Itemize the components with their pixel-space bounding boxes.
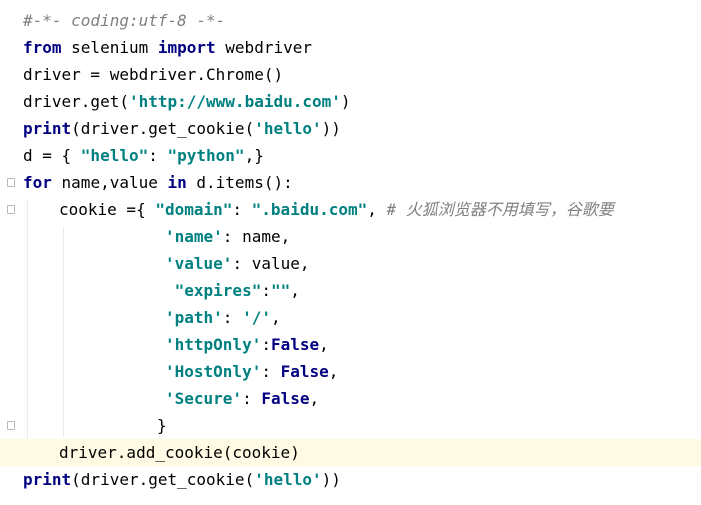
code-token: cookie ={ (59, 200, 156, 219)
code-line[interactable]: #-*- coding:utf-8 -*- (0, 7, 701, 34)
code-token: : (261, 281, 271, 300)
code-text: from selenium import webdriver (23, 34, 312, 61)
code-token: : name, (222, 227, 291, 246)
code-token: 'value' (165, 254, 233, 273)
code-token: 'http://www.baidu.com' (128, 92, 341, 111)
code-token: , (270, 308, 281, 327)
code-token: 'name' (165, 227, 223, 246)
code-text: 'name': name, (165, 223, 290, 250)
code-token: "expires" (165, 281, 262, 300)
code-text: driver.get('http://www.baidu.com') (23, 88, 351, 115)
code-line[interactable]: 'Secure': False, (0, 385, 701, 412)
code-token: #-*- coding:utf-8 -*- (23, 11, 226, 30)
code-token: , (367, 200, 387, 219)
code-text: 'value': value, (165, 250, 310, 277)
code-line[interactable]: 'httpOnly':False, (0, 331, 701, 358)
code-token: (driver.get_cookie( (71, 470, 255, 489)
code-token: : value, (232, 254, 310, 273)
code-text: driver.add_cookie(cookie) (59, 439, 300, 466)
code-token: : (148, 146, 168, 165)
code-token: "domain" (155, 200, 233, 219)
code-token: 'Secure' (165, 389, 243, 408)
code-token: ) (340, 92, 351, 111)
code-token: from (23, 38, 62, 57)
code-token: 'path' (165, 308, 223, 327)
code-token: False (280, 362, 329, 381)
code-token: 'HostOnly' (165, 362, 262, 381)
code-token: , (309, 389, 320, 408)
code-text: 'Secure': False, (165, 385, 319, 412)
code-token: # 火狐浏览器不用填写，谷歌要 (386, 200, 614, 219)
code-text: "expires":"", (165, 277, 300, 304)
code-editor[interactable]: #-*- coding:utf-8 -*- from selenium impor… (0, 0, 701, 505)
code-token: , (290, 281, 300, 300)
code-text: for name,value in d.items(): (23, 169, 293, 196)
code-line[interactable]: for name,value in d.items(): (0, 169, 701, 196)
code-line[interactable]: 'value': value, (0, 250, 701, 277)
code-text: 'HostOnly': False, (165, 358, 338, 385)
code-line[interactable]: driver.add_cookie(cookie) (0, 439, 701, 466)
code-token: : (222, 308, 243, 327)
code-line[interactable]: 'name': name, (0, 223, 701, 250)
code-token: print (23, 119, 72, 138)
code-token: ".baidu.com" (251, 200, 368, 219)
code-token: print (23, 470, 72, 489)
code-text: driver = webdriver.Chrome() (23, 61, 283, 88)
code-token: : (242, 389, 262, 408)
code-text: print(driver.get_cookie('hello')) (23, 115, 341, 142)
code-text: d = { "hello": "python",} (23, 142, 264, 169)
code-token: False (270, 335, 320, 354)
code-text: cookie ={ "domain": ".baidu.com", # 火狐浏览… (59, 196, 614, 223)
code-line[interactable]: "expires":"", (0, 277, 701, 304)
code-line[interactable]: print(driver.get_cookie('hello')) (0, 466, 701, 493)
code-token: 'httpOnly' (165, 335, 262, 354)
code-token: , (319, 335, 329, 354)
code-line[interactable]: cookie ={ "domain": ".baidu.com", # 火狐浏览… (0, 196, 701, 223)
code-token: } (157, 416, 167, 435)
code-line[interactable]: driver.get('http://www.baidu.com') (0, 88, 701, 115)
code-token: name,value (51, 173, 168, 192)
code-line[interactable]: 'path': '/', (0, 304, 701, 331)
code-token: driver = webdriver.Chrome() (23, 65, 284, 84)
code-token: (driver.get_cookie( (71, 119, 255, 138)
code-token: "hello" (80, 146, 149, 165)
code-token: , (328, 362, 339, 381)
code-token: webdriver (215, 38, 312, 57)
code-token: "python" (167, 146, 245, 165)
code-token: d.items(): (186, 173, 293, 192)
code-token: d = { (23, 146, 81, 165)
code-line[interactable]: driver = webdriver.Chrome() (0, 61, 701, 88)
code-token: )) (321, 470, 341, 489)
code-token: )) (321, 119, 341, 138)
code-text: } (157, 412, 167, 439)
code-token: False (261, 389, 310, 408)
code-line[interactable]: d = { "hello": "python",} (0, 142, 701, 169)
code-token: import (157, 38, 216, 57)
code-line[interactable]: from selenium import webdriver (0, 34, 701, 61)
code-token: "" (270, 281, 291, 300)
code-token: ,} (244, 146, 264, 165)
code-text: 'path': '/', (165, 304, 281, 331)
code-token: : (261, 335, 271, 354)
code-token: driver.get( (23, 92, 129, 111)
code-text: print(driver.get_cookie('hello')) (23, 466, 341, 493)
code-text: #-*- coding:utf-8 -*- (23, 7, 225, 34)
code-token: 'hello' (254, 119, 322, 138)
code-token: 'hello' (254, 470, 322, 489)
code-line[interactable]: 'HostOnly': False, (0, 358, 701, 385)
code-line[interactable]: print(driver.get_cookie('hello')) (0, 115, 701, 142)
code-token: for (23, 173, 52, 192)
code-token: in (167, 173, 187, 192)
code-token: selenium (61, 38, 158, 57)
code-token: : (261, 362, 281, 381)
code-line[interactable]: } (0, 412, 701, 439)
code-token: driver.add_cookie(cookie) (59, 443, 300, 462)
code-token: : (232, 200, 252, 219)
code-text: 'httpOnly':False, (165, 331, 329, 358)
code-token: '/' (242, 308, 271, 327)
